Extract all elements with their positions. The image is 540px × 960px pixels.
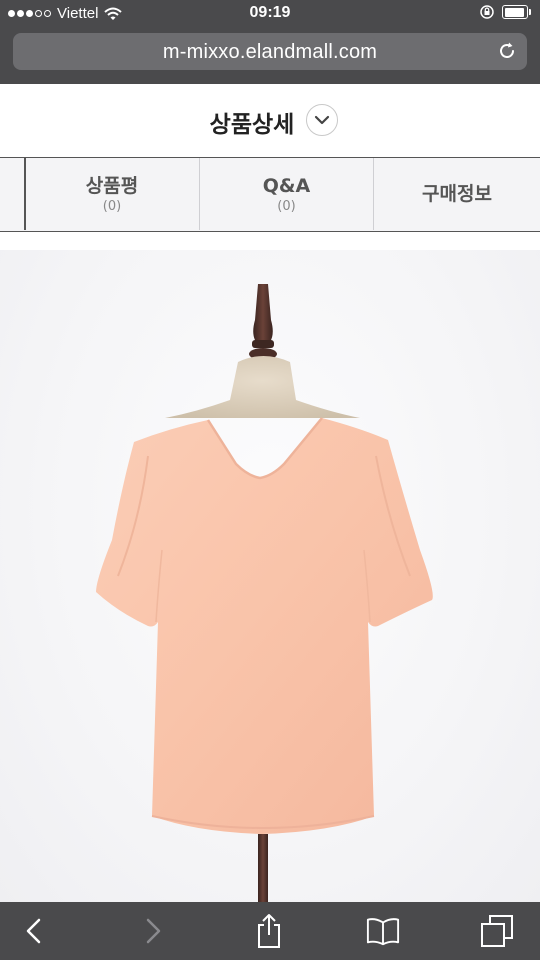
page-title: 상품상세: [209, 112, 295, 138]
status-right: [480, 5, 532, 19]
url-text[interactable]: m-mixxo.elandmall.com: [13, 41, 527, 64]
product-photo[interactable]: [0, 250, 540, 902]
address-bar[interactable]: m-mixxo.elandmall.com: [13, 33, 527, 70]
share-button[interactable]: [252, 914, 286, 948]
status-time: 09:19: [249, 4, 291, 21]
tab-count: (0): [277, 199, 296, 214]
forward-icon: [146, 918, 161, 944]
detail-tabs: 상품평 (0) Q&A (0) 구매정보: [0, 157, 540, 232]
bookmarks-button[interactable]: [366, 914, 400, 948]
tab-reviews[interactable]: 상품평 (0): [25, 158, 200, 230]
forward-button[interactable]: [136, 914, 170, 948]
share-icon: [258, 914, 280, 948]
tabs-icon: [481, 915, 513, 947]
status-bar: Viettel 09:19: [0, 0, 540, 28]
bookmarks-icon: [366, 918, 400, 946]
tab-label: 상품평: [85, 175, 139, 197]
back-icon: [26, 918, 41, 944]
tab-label: 구매정보: [422, 183, 492, 205]
browser-chrome-top: Viettel 09:19 m-mixxo.elandmall.com: [0, 0, 540, 84]
tabs-button[interactable]: [480, 914, 514, 948]
back-button[interactable]: [17, 914, 51, 948]
peach-blouse-on-mannequin-image: [96, 284, 433, 902]
reload-icon[interactable]: [497, 41, 517, 61]
rotation-lock-icon: [480, 5, 494, 19]
page-header: 상품상세: [0, 84, 540, 158]
browser-toolbar: [0, 902, 540, 960]
tab-count: (0): [102, 199, 122, 214]
battery-icon: [502, 5, 532, 19]
tab-purchase-info[interactable]: 구매정보: [374, 158, 540, 230]
title-dropdown-button[interactable]: [306, 104, 338, 136]
chevron-down-icon: [314, 115, 330, 125]
tab-label: Q&A: [262, 175, 311, 197]
tab-qna[interactable]: Q&A (0): [200, 158, 374, 230]
